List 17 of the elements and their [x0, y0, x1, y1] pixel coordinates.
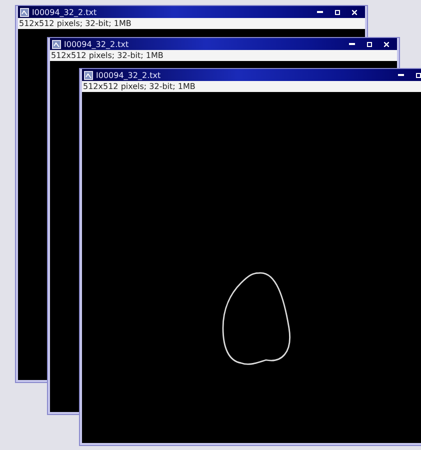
image-info: 512x512 pixels; 32-bit; 1MB: [82, 81, 421, 92]
maximize-icon: [366, 42, 372, 46]
image-info: 512x512 pixels; 32-bit; 1MB: [50, 50, 397, 61]
window-title: I00094_32_2.txt: [64, 40, 130, 48]
maximize-icon: [416, 72, 420, 78]
image-file-icon: [84, 70, 93, 80]
close-icon: [384, 42, 388, 46]
window-title: I00094_32_2.txt: [32, 8, 98, 16]
image-file-icon: [52, 40, 61, 48]
maximize-icon: [334, 10, 340, 14]
minimize-icon: [398, 74, 404, 76]
image-file-icon: [20, 8, 29, 16]
minimize-icon: [317, 11, 323, 13]
minimize-icon: [349, 43, 355, 45]
image-info: 512x512 pixels; 32-bit; 1MB: [18, 18, 365, 29]
window-title: I00094_32_2.txt: [96, 70, 162, 80]
close-icon: [352, 10, 356, 14]
